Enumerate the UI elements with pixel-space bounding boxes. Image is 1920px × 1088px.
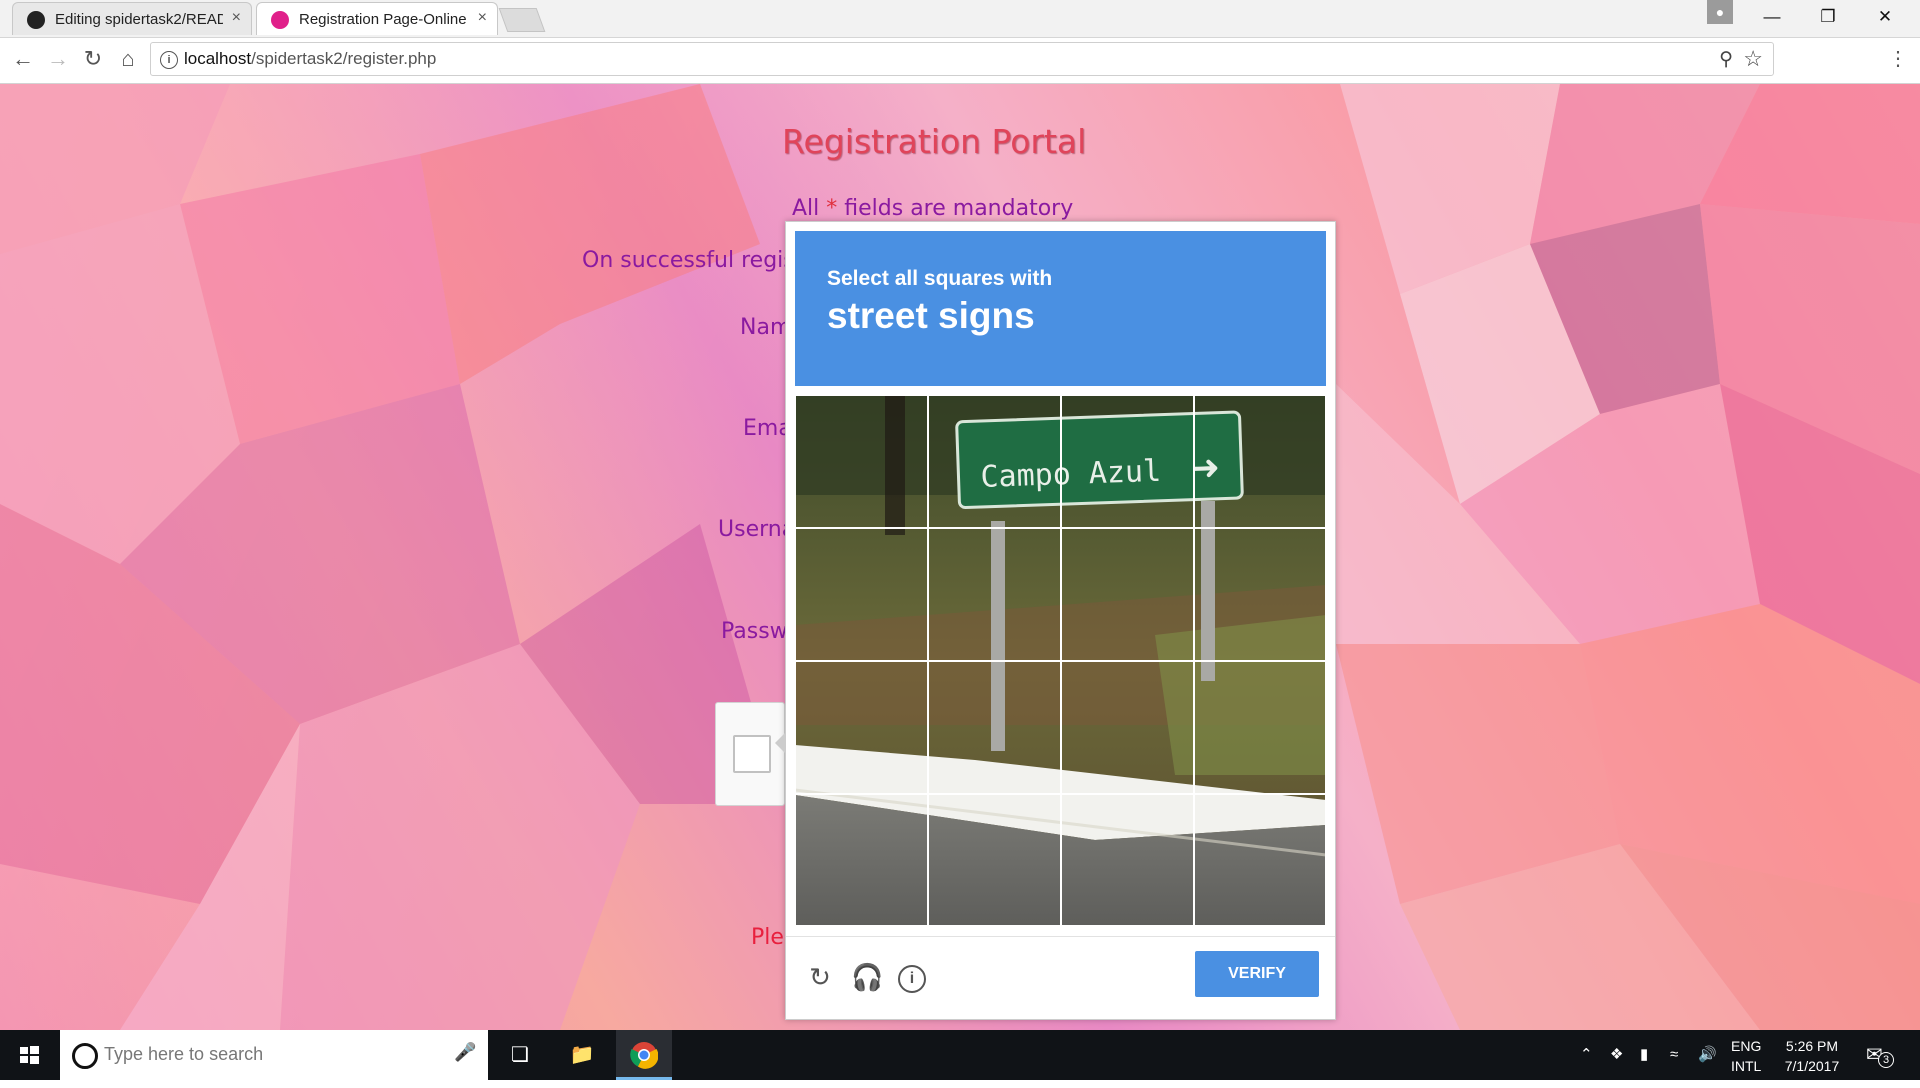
tab-github-readme[interactable]: Editing spidertask2/README × bbox=[12, 2, 252, 35]
password-label: Passw bbox=[721, 619, 788, 644]
grid-tile[interactable] bbox=[1194, 794, 1326, 926]
required-star: * bbox=[826, 196, 838, 221]
popup-arrow bbox=[775, 732, 786, 754]
profile-icon[interactable]: ● bbox=[1707, 0, 1733, 24]
recaptcha-checkbox[interactable] bbox=[733, 735, 771, 773]
grid-tile[interactable] bbox=[795, 794, 928, 926]
lang-code: ENG bbox=[1731, 1038, 1762, 1054]
new-tab-button[interactable] bbox=[498, 8, 546, 32]
url-path: /spidertask2/register.php bbox=[251, 49, 437, 68]
grid-tile[interactable] bbox=[928, 528, 1061, 661]
grid-tile[interactable] bbox=[1194, 528, 1326, 661]
tab-strip: Editing spidertask2/README × Registratio… bbox=[0, 0, 1920, 38]
mandatory-text: All bbox=[792, 196, 827, 221]
lang-layout: INTL bbox=[1731, 1058, 1762, 1074]
tab-title: Editing spidertask2/README bbox=[55, 11, 223, 28]
grid-tile[interactable] bbox=[928, 395, 1061, 528]
close-window-icon[interactable]: ✕ bbox=[1862, 0, 1908, 34]
tab-close-icon[interactable]: × bbox=[478, 9, 487, 27]
dropbox-icon[interactable]: ❖ bbox=[1610, 1030, 1623, 1080]
site-info-icon[interactable]: i bbox=[160, 51, 178, 69]
site-favicon-icon bbox=[271, 11, 289, 29]
cortana-icon bbox=[72, 1043, 98, 1069]
challenge-header: Select all squares with street signs bbox=[795, 231, 1326, 386]
headphones-icon[interactable]: 🎧 bbox=[851, 962, 883, 992]
recaptcha-challenge: Select all squares with street signs Cam… bbox=[775, 221, 1336, 1020]
grid-tile[interactable] bbox=[795, 395, 928, 528]
challenge-image-grid: Campo Azul ➜ bbox=[795, 395, 1326, 926]
file-explorer-icon[interactable]: 📁 bbox=[554, 1030, 610, 1080]
name-label: Nam bbox=[740, 315, 792, 340]
grid-tile[interactable] bbox=[1061, 661, 1194, 794]
info-icon[interactable]: i bbox=[897, 962, 927, 993]
mandatory-text: fields are mandatory bbox=[837, 196, 1074, 221]
grid-tile[interactable] bbox=[1194, 661, 1326, 794]
home-icon[interactable]: ⌂ bbox=[113, 44, 143, 74]
show-hidden-icons[interactable]: ⌃ bbox=[1580, 1030, 1593, 1080]
recaptcha-checkbox-widget[interactable] bbox=[715, 702, 785, 806]
grid-tile[interactable] bbox=[795, 661, 928, 794]
challenge-target: street signs bbox=[827, 295, 1035, 336]
grid-tile[interactable] bbox=[928, 661, 1061, 794]
task-view-icon[interactable]: ❏ bbox=[492, 1030, 548, 1080]
search-placeholder: Type here to search bbox=[104, 1044, 264, 1064]
clock-date: 7/1/2017 bbox=[1784, 1058, 1840, 1074]
footer-divider bbox=[786, 936, 1335, 937]
back-icon[interactable]: ← bbox=[8, 44, 38, 74]
challenge-instruction: Select all squares with bbox=[827, 267, 1053, 290]
url-text[interactable]: localhost/spidertask2/register.php bbox=[184, 49, 436, 69]
chrome-menu-icon[interactable]: ⋮ bbox=[1888, 46, 1908, 71]
notification-count: 3 bbox=[1878, 1052, 1894, 1068]
tab-registration-page[interactable]: Registration Page-Online × bbox=[256, 2, 498, 35]
battery-icon[interactable]: ▮ bbox=[1640, 1030, 1648, 1080]
chrome-taskbar-icon[interactable] bbox=[616, 1030, 672, 1080]
clock[interactable]: 5:26 PM 7/1/2017 bbox=[1774, 1036, 1850, 1076]
windows-start-icon[interactable] bbox=[0, 1030, 58, 1080]
volume-icon[interactable]: 🔊 bbox=[1698, 1030, 1717, 1080]
reload-icon[interactable]: ↻ bbox=[78, 44, 108, 74]
tab-title: Registration Page-Online bbox=[299, 11, 467, 28]
tab-close-icon[interactable]: × bbox=[232, 9, 241, 27]
taskbar-search-box[interactable]: Type here to search 🎤 bbox=[60, 1030, 488, 1080]
restore-icon[interactable]: ❐ bbox=[1805, 0, 1851, 34]
page-title: Registration Portal bbox=[782, 122, 1087, 161]
username-label: Userna bbox=[718, 517, 796, 542]
microphone-icon[interactable]: 🎤 bbox=[454, 1042, 476, 1063]
please-note: Ple bbox=[751, 925, 784, 950]
grid-tile[interactable] bbox=[1061, 395, 1194, 528]
url-host: localhost bbox=[184, 49, 252, 68]
wifi-icon[interactable]: ≈ bbox=[1670, 1030, 1678, 1080]
grid-tile[interactable] bbox=[1194, 395, 1326, 528]
browser-toolbar: ← → ↻ ⌂ i localhost/spidertask2/register… bbox=[0, 38, 1920, 84]
grid-tile[interactable] bbox=[1061, 794, 1194, 926]
bookmark-star-icon[interactable]: ☆ bbox=[1743, 46, 1763, 72]
zoom-icon[interactable]: ⚲ bbox=[1719, 48, 1733, 71]
success-note: On successful regist bbox=[582, 248, 804, 273]
grid-tile[interactable] bbox=[928, 794, 1061, 926]
github-icon bbox=[27, 11, 45, 29]
grid-tile[interactable] bbox=[795, 528, 928, 661]
mandatory-note: All * fields are mandatory bbox=[792, 196, 1073, 221]
address-bar[interactable]: i localhost/spidertask2/register.php ⚲ ☆ bbox=[150, 42, 1774, 76]
windows-taskbar: Type here to search 🎤 ❏ 📁 ⌃ ❖ ▮ ≈ 🔊 ENG I… bbox=[0, 1030, 1920, 1080]
verify-button[interactable]: VERIFY bbox=[1195, 951, 1319, 997]
reload-icon[interactable]: ↻ bbox=[805, 962, 835, 992]
forward-icon[interactable]: → bbox=[43, 44, 73, 74]
grid-tile[interactable] bbox=[1061, 528, 1194, 661]
minimize-icon[interactable]: — bbox=[1749, 0, 1795, 34]
action-center-icon[interactable]: ✉ 3 bbox=[1866, 1042, 1894, 1068]
clock-time: 5:26 PM bbox=[1785, 1038, 1839, 1054]
language-indicator[interactable]: ENG INTL bbox=[1731, 1036, 1761, 1076]
